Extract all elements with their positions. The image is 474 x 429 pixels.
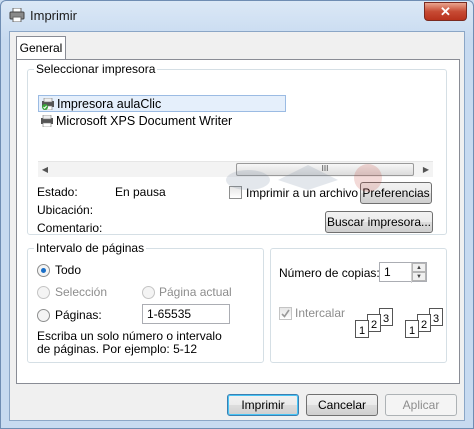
collate-page: 1 — [405, 320, 419, 338]
collate-stack-icon-1: 3 2 1 — [355, 308, 395, 342]
copies-value: 1 — [384, 265, 391, 279]
pages-input[interactable]: 1-65535 — [142, 304, 230, 324]
all-pages-radio[interactable] — [37, 264, 50, 277]
default-printer-icon — [42, 98, 54, 110]
printer-item-xps[interactable]: Microsoft XPS Document Writer — [38, 113, 286, 130]
printer-item-aulaclic[interactable]: Impresora aulaClic — [38, 95, 286, 112]
page-range-group: Intervalo de páginas Todo Selección Pági… — [27, 241, 264, 363]
copies-group: Número de copias: 1 ▲ ▼ Intercalar 3 2 1 — [270, 248, 447, 363]
cancel-button[interactable]: Cancelar — [306, 394, 378, 416]
general-tab-panel: Seleccionar impresora Impresora aulaClic — [16, 59, 460, 384]
spin-down-icon[interactable]: ▼ — [412, 272, 426, 281]
dialog-body: General Seleccionar impresora Impresora … — [9, 31, 465, 421]
copies-spinner[interactable]: ▲ ▼ — [411, 263, 426, 283]
select-printer-group: Seleccionar impresora Impresora aulaClic — [27, 62, 447, 235]
current-page-label[interactable]: Página actual — [159, 285, 232, 299]
collate-label[interactable]: Intercalar — [295, 306, 345, 320]
print-button[interactable]: Imprimir — [227, 394, 299, 416]
title-bar[interactable]: Imprimir ✕ — [1, 1, 473, 31]
copies-input[interactable]: 1 ▲ ▼ — [379, 262, 427, 283]
printer-name: Impresora aulaClic — [57, 97, 162, 111]
apply-button[interactable]: Aplicar — [385, 394, 457, 416]
collate-page: 2 — [417, 314, 431, 332]
collate-page: 1 — [355, 320, 369, 338]
collate-stack-icon-2: 3 2 1 — [405, 308, 445, 342]
find-printer-button[interactable]: Buscar impresora... — [325, 211, 433, 233]
copies-label: Número de copias: — [279, 266, 380, 280]
printer-icon — [9, 8, 25, 22]
window-title: Imprimir — [30, 8, 77, 23]
close-button[interactable]: ✕ — [424, 2, 467, 21]
printer-name: Microsoft XPS Document Writer — [56, 114, 233, 128]
comment-label: Comentario: — [37, 221, 103, 235]
status-value: En pausa — [115, 185, 166, 199]
select-printer-legend: Seleccionar impresora — [34, 62, 158, 76]
spin-up-icon[interactable]: ▲ — [412, 263, 426, 272]
selection-label[interactable]: Selección — [55, 285, 107, 299]
collate-page: 3 — [379, 308, 393, 326]
pages-radio[interactable] — [37, 309, 50, 322]
printer-list[interactable]: Impresora aulaClic Microsoft XPS Documen… — [38, 87, 433, 157]
collate-page: 3 — [429, 308, 443, 326]
scroll-right-icon[interactable]: ▶ — [421, 164, 431, 176]
page-range-hint: Escriba un solo número o intervalo de pá… — [37, 329, 222, 356]
collate-checkbox[interactable] — [279, 307, 292, 320]
pages-label[interactable]: Páginas: — [55, 308, 102, 322]
status-label: Estado: — [37, 185, 78, 199]
collate-page: 2 — [367, 314, 381, 332]
location-label: Ubicación: — [37, 203, 94, 217]
aulaclic-watermark-logo — [226, 164, 382, 192]
tab-general[interactable]: General — [16, 36, 66, 60]
page-range-legend: Intervalo de páginas — [34, 241, 147, 255]
checkmark-icon — [281, 309, 290, 318]
printer-icon — [41, 115, 53, 127]
selection-radio[interactable] — [37, 286, 50, 299]
scroll-left-icon[interactable]: ◀ — [40, 164, 50, 176]
current-page-radio[interactable] — [142, 286, 155, 299]
all-pages-label[interactable]: Todo — [55, 263, 81, 277]
print-dialog-window: Imprimir ✕ General Seleccionar impresora — [0, 0, 474, 429]
